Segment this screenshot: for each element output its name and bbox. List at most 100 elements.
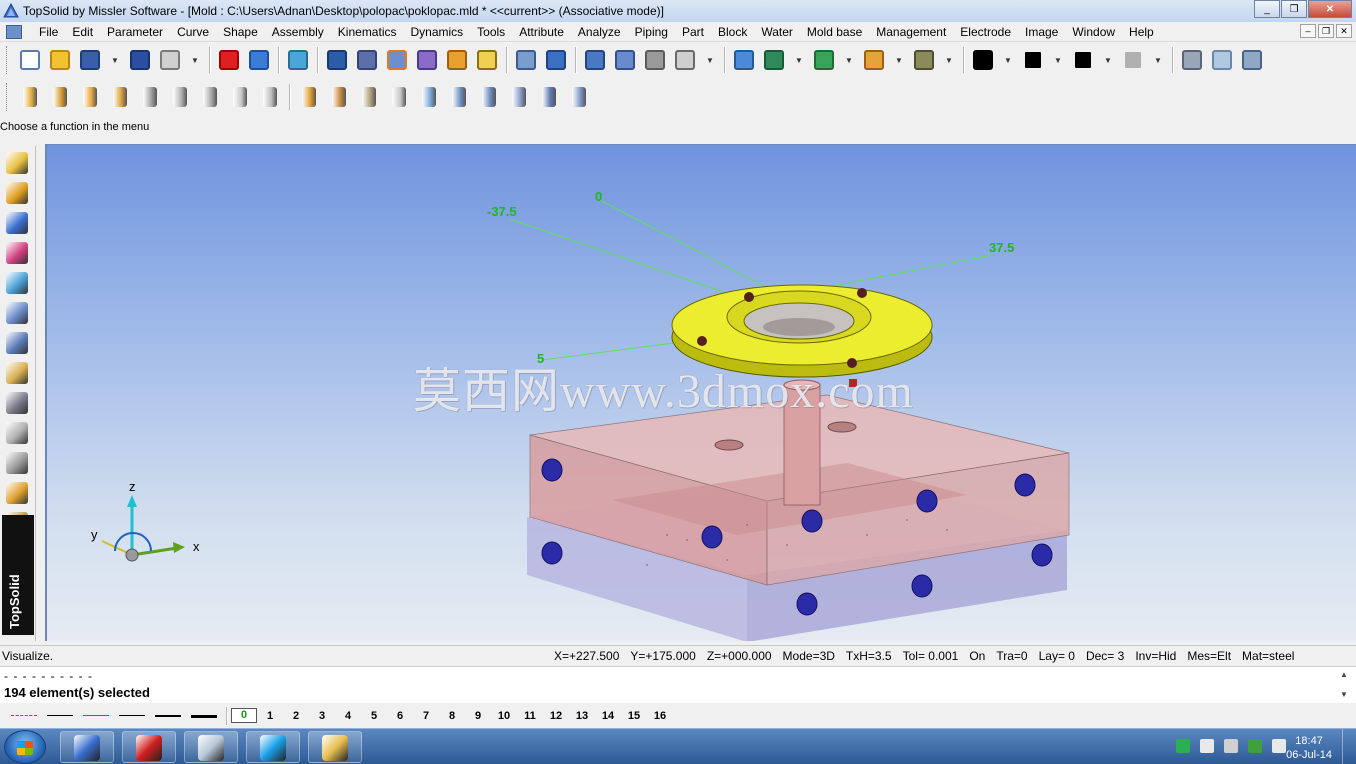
info-button[interactable]	[126, 46, 154, 74]
skype-taskbar-button[interactable]	[246, 731, 300, 763]
volume-icon[interactable]	[1200, 739, 1214, 753]
menu-electrode[interactable]: Electrode	[953, 22, 1018, 42]
hammer-button[interactable]	[383, 46, 411, 74]
ejector-pin-button[interactable]	[2, 419, 32, 446]
bulb-button[interactable]	[415, 83, 443, 111]
screw-button[interactable]	[16, 83, 44, 111]
parameters-button[interactable]	[353, 46, 381, 74]
dropdown-arrow-icon[interactable]: ▼	[1049, 46, 1067, 74]
layer-13-button[interactable]: 13	[569, 710, 595, 722]
solidworks-taskbar-button[interactable]	[122, 731, 176, 763]
surface-button[interactable]	[2, 239, 32, 266]
magnet-button[interactable]	[641, 46, 669, 74]
dropdown-arrow-icon[interactable]: ▼	[106, 46, 124, 74]
print-button[interactable]	[156, 46, 184, 74]
topsolid-app-icon[interactable]	[3, 3, 19, 19]
dropdown-arrow-icon[interactable]: ▼	[999, 46, 1017, 74]
shape-button[interactable]	[2, 269, 32, 296]
line-style-swatch[interactable]	[81, 708, 111, 724]
layer-3-button[interactable]: 3	[309, 710, 335, 722]
layer-0-button[interactable]: 0	[231, 708, 257, 723]
curve-button[interactable]	[2, 179, 32, 206]
component-button[interactable]	[2, 329, 32, 356]
rod-button[interactable]	[385, 83, 413, 111]
gear-button[interactable]	[325, 83, 353, 111]
cross-button[interactable]	[581, 46, 609, 74]
insert-button[interactable]	[2, 359, 32, 386]
mold-base-button[interactable]	[2, 479, 32, 506]
dropdown-arrow-icon[interactable]: ▼	[1099, 46, 1117, 74]
layer-10-button[interactable]: 10	[491, 710, 517, 722]
menu-kinematics[interactable]: Kinematics	[331, 22, 404, 42]
standard-part-button[interactable]	[295, 83, 323, 111]
regenerate-button[interactable]	[284, 46, 312, 74]
line-style-swatch[interactable]	[153, 708, 183, 724]
undo-button[interactable]	[245, 46, 273, 74]
visualize-button[interactable]	[323, 46, 351, 74]
pointer-button[interactable]	[512, 46, 540, 74]
layer-7-button[interactable]: 7	[413, 710, 439, 722]
dropdown-arrow-icon[interactable]: ▼	[701, 46, 719, 74]
printer-3d-button[interactable]	[910, 46, 938, 74]
menu-parameter[interactable]: Parameter	[100, 22, 170, 42]
maximize-button[interactable]: ❐	[1281, 0, 1307, 18]
sketch-button[interactable]	[671, 46, 699, 74]
network-icon[interactable]	[1176, 739, 1190, 753]
cooling-button[interactable]	[2, 449, 32, 476]
line-style-button[interactable]	[1069, 46, 1097, 74]
clamp-button[interactable]	[535, 83, 563, 111]
layer-14-button[interactable]: 14	[595, 710, 621, 722]
clock[interactable]: 18:47 06-Jul-14	[1286, 734, 1332, 762]
layer-2-button[interactable]: 2	[283, 710, 309, 722]
menu-image[interactable]: Image	[1018, 22, 1065, 42]
document-button[interactable]	[1208, 46, 1236, 74]
color-button[interactable]	[969, 46, 997, 74]
line-style-swatch[interactable]	[117, 708, 147, 724]
document-menu-icon[interactable]	[6, 24, 22, 39]
menu-dynamics[interactable]: Dynamics	[403, 22, 470, 42]
sleeve-button[interactable]	[226, 83, 254, 111]
measure-button[interactable]	[473, 46, 501, 74]
dropdown-arrow-icon[interactable]: ▼	[186, 46, 204, 74]
point-style-button[interactable]	[1019, 46, 1047, 74]
menu-tools[interactable]: Tools	[470, 22, 512, 42]
layer-12-button[interactable]: 12	[543, 710, 569, 722]
cylinder-button[interactable]	[355, 83, 383, 111]
dropdown-arrow-icon[interactable]: ▼	[890, 46, 908, 74]
slider-button[interactable]	[611, 46, 639, 74]
start-button[interactable]	[4, 730, 46, 764]
scroll-down-icon[interactable]: ▼	[1338, 689, 1350, 701]
line-style-swatch[interactable]	[189, 708, 219, 724]
menu-block[interactable]: Block	[711, 22, 754, 42]
flag-icon[interactable]	[1224, 739, 1238, 753]
layer-11-button[interactable]: 11	[517, 710, 543, 722]
line-style-swatch[interactable]	[45, 708, 75, 724]
bushing-button[interactable]	[166, 83, 194, 111]
mdi-close-button[interactable]: ✕	[1336, 24, 1352, 38]
layer-6-button[interactable]: 6	[387, 710, 413, 722]
layer-15-button[interactable]: 15	[621, 710, 647, 722]
ring-button[interactable]	[256, 83, 284, 111]
bolt-button[interactable]	[46, 83, 74, 111]
render-button[interactable]	[860, 46, 888, 74]
open-button[interactable]	[46, 46, 74, 74]
layer-8-button[interactable]: 8	[439, 710, 465, 722]
menu-window[interactable]: Window	[1065, 22, 1122, 42]
layer-1-button[interactable]: 1	[257, 710, 283, 722]
hatch-button[interactable]	[1119, 46, 1147, 74]
dropdown-arrow-icon[interactable]: ▼	[940, 46, 958, 74]
calculator-taskbar-button[interactable]	[184, 731, 238, 763]
assembly-button[interactable]	[2, 299, 32, 326]
wrench-button[interactable]	[443, 46, 471, 74]
line-style-swatch[interactable]	[9, 708, 39, 724]
menu-shape[interactable]: Shape	[216, 22, 265, 42]
view-button[interactable]	[810, 46, 838, 74]
layer-16-button[interactable]: 16	[647, 710, 673, 722]
minimize-button[interactable]: _	[1254, 0, 1280, 18]
dropdown-arrow-icon[interactable]: ▼	[840, 46, 858, 74]
menu-file[interactable]: File	[32, 22, 65, 42]
menu-curve[interactable]: Curve	[170, 22, 216, 42]
ejector-button[interactable]	[475, 83, 503, 111]
dropdown-arrow-icon[interactable]: ▼	[1149, 46, 1167, 74]
menu-assembly[interactable]: Assembly	[265, 22, 331, 42]
